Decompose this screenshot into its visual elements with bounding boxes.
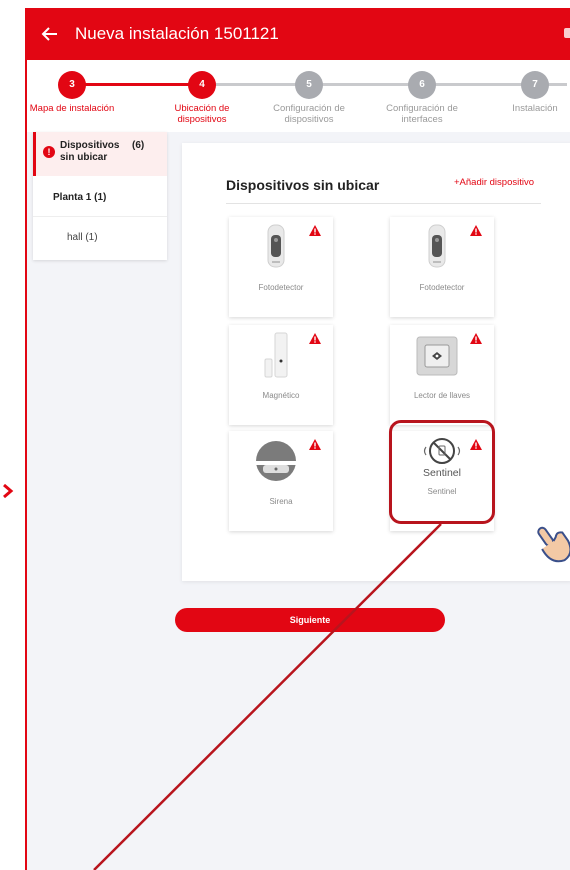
device-card-photodetector[interactable]: Fotodetector bbox=[390, 217, 494, 317]
unplaced-devices-panel: Dispositivos sin ubicar +Añadir disposit… bbox=[182, 143, 570, 581]
step-number: 5 bbox=[295, 71, 323, 99]
device-name: Fotodetector bbox=[419, 283, 465, 292]
sidebar-item-room[interactable]: hall (1) bbox=[67, 232, 98, 243]
location-sidebar: ! Dispositivos sin ubicar (6) Planta 1 (… bbox=[33, 132, 167, 260]
app-window: Nueva instalación 1501121 3 Mapa de inst… bbox=[25, 8, 570, 870]
add-device-link[interactable]: +Añadir dispositivo bbox=[454, 177, 534, 188]
step-label: Configuración de dispositivos bbox=[273, 103, 345, 125]
step-label: Instalación bbox=[512, 103, 558, 114]
step-label: Configuración de interfaces bbox=[386, 103, 458, 125]
left-margin bbox=[0, 0, 25, 870]
sidebar-item-label: Dispositivos sin ubicar bbox=[60, 140, 120, 163]
sidebar-item-count: (6) bbox=[132, 140, 145, 151]
sidebar-item-floor[interactable]: Planta 1 (1) bbox=[53, 192, 106, 203]
device-name: Lector de llaves bbox=[413, 391, 471, 400]
step-number: 7 bbox=[521, 71, 549, 99]
step-6[interactable]: 6 Configuración de interfaces bbox=[372, 71, 472, 125]
divider bbox=[226, 203, 541, 204]
warning-icon bbox=[309, 439, 321, 450]
key-reader-icon bbox=[416, 336, 458, 376]
page-title: Nueva instalación 1501121 bbox=[75, 24, 279, 43]
step-5[interactable]: 5 Configuración de dispositivos bbox=[259, 71, 359, 125]
warning-icon bbox=[309, 333, 321, 344]
sidebar-item-unplaced[interactable]: ! Dispositivos sin ubicar (6) bbox=[33, 132, 167, 176]
warning-icon bbox=[470, 225, 482, 236]
header-action-edge[interactable] bbox=[564, 28, 570, 38]
device-card-key-reader[interactable]: Lector de llaves bbox=[390, 325, 494, 425]
siren-icon bbox=[255, 441, 297, 481]
step-number: 4 bbox=[188, 71, 216, 99]
stepper: 3 Mapa de instalación 4 Ubicación de dis… bbox=[27, 60, 570, 132]
device-card-magnetic[interactable]: Magnético bbox=[229, 325, 333, 425]
sentinel-highlight-box bbox=[389, 420, 495, 524]
next-button[interactable]: Siguiente bbox=[175, 608, 445, 632]
photodetector-icon bbox=[428, 224, 446, 268]
warning-icon bbox=[309, 225, 321, 236]
step-3[interactable]: 3 Mapa de instalación bbox=[27, 71, 122, 114]
step-label: Mapa de instalación bbox=[29, 103, 115, 114]
panel-title: Dispositivos sin ubicar bbox=[226, 177, 380, 193]
warning-icon bbox=[470, 333, 482, 344]
device-name: Fotodetector bbox=[258, 283, 304, 292]
back-arrow-icon[interactable] bbox=[39, 23, 61, 45]
alert-icon: ! bbox=[43, 146, 55, 158]
device-name: Magnético bbox=[262, 391, 300, 400]
step-number: 6 bbox=[408, 71, 436, 99]
step-number: 3 bbox=[58, 71, 86, 99]
photodetector-icon bbox=[267, 224, 285, 268]
device-card-photodetector[interactable]: Fotodetector bbox=[229, 217, 333, 317]
step-4[interactable]: 4 Ubicación de dispositivos bbox=[152, 71, 252, 125]
device-name: Sirena bbox=[269, 497, 293, 506]
app-header: Nueva instalación 1501121 bbox=[27, 10, 570, 60]
magnetic-sensor-icon bbox=[264, 332, 288, 378]
step-label: Ubicación de dispositivos bbox=[174, 103, 230, 125]
chevron-right-icon bbox=[3, 484, 14, 498]
divider bbox=[33, 216, 167, 217]
device-card-siren[interactable]: Sirena bbox=[229, 431, 333, 531]
step-7[interactable]: 7 Instalación bbox=[485, 71, 570, 114]
